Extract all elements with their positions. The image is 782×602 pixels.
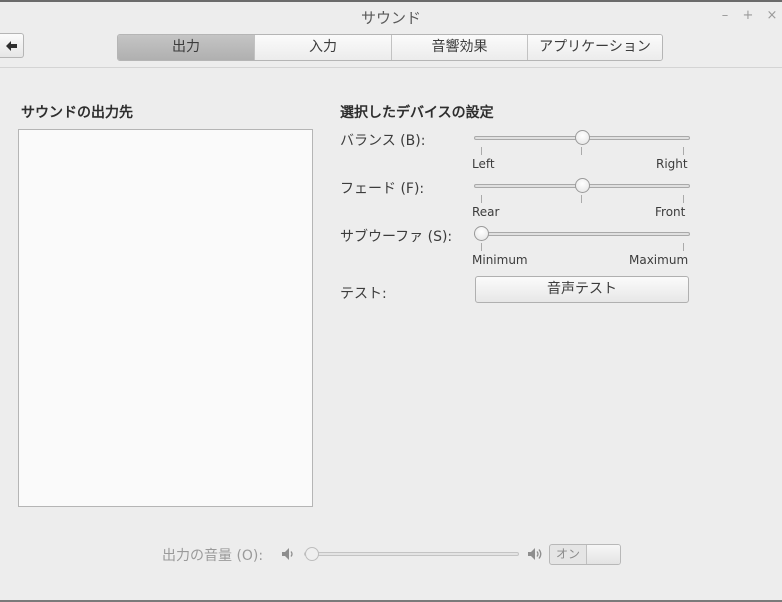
subwoofer-tick-max: [683, 243, 684, 251]
subwoofer-max-label: Maximum: [629, 253, 689, 267]
sound-window: サウンド – + × 出力 入力 音響効果 アプリケーション サウンドの出力先 …: [0, 0, 782, 602]
subwoofer-tick-min: [481, 243, 482, 251]
back-button[interactable]: [0, 33, 24, 58]
output-volume-label: 出力の音量 (O):: [162, 548, 264, 564]
arrow-left-icon: [6, 41, 17, 51]
balance-tick-mid: [581, 147, 582, 155]
balance-tick-min: [481, 147, 482, 155]
tab-applications[interactable]: アプリケーション: [527, 35, 662, 60]
fade-min-label: Rear: [472, 205, 500, 219]
subwoofer-slider[interactable]: [474, 224, 690, 244]
fade-slider[interactable]: [474, 176, 690, 196]
fade-tick-mid: [581, 195, 582, 203]
output-devices-title: サウンドの出力先: [21, 105, 133, 121]
output-volume-track: [304, 552, 519, 556]
balance-min-label: Left: [472, 157, 495, 171]
output-mute-switch[interactable]: オン: [549, 544, 621, 565]
speaker-low-icon: [282, 548, 293, 560]
fade-tick-max: [683, 195, 684, 203]
tab-output[interactable]: 出力: [118, 35, 254, 60]
titlebar[interactable]: サウンド – + ×: [0, 2, 782, 30]
switch-handle[interactable]: [586, 545, 620, 564]
output-volume-slider[interactable]: [304, 544, 519, 564]
output-device-list[interactable]: [18, 129, 313, 507]
tab-sound-effects[interactable]: 音響効果: [391, 35, 527, 60]
device-settings-title: 選択したデバイスの設定: [340, 105, 494, 121]
balance-slider[interactable]: [474, 128, 690, 148]
maximize-button[interactable]: +: [740, 8, 756, 24]
sound-test-button[interactable]: 音声テスト: [475, 276, 689, 303]
minimize-button[interactable]: –: [717, 8, 733, 24]
fade-tick-min: [481, 195, 482, 203]
balance-max-label: Right: [656, 157, 688, 171]
balance-tick-max: [683, 147, 684, 155]
balance-label: バランス (B):: [340, 133, 426, 149]
subwoofer-label: サブウーファ (S):: [340, 229, 453, 245]
close-button[interactable]: ×: [764, 8, 780, 24]
tab-input[interactable]: 入力: [254, 35, 391, 60]
window-title: サウンド: [360, 9, 421, 27]
switch-on-label: オン: [555, 547, 580, 561]
subwoofer-knob[interactable]: [474, 226, 489, 241]
speaker-high-icon: [528, 548, 542, 560]
subwoofer-track: [474, 232, 690, 236]
tab-bar: 出力 入力 音響効果 アプリケーション: [117, 34, 663, 61]
fade-knob[interactable]: [575, 178, 590, 193]
test-label: テスト:: [340, 286, 387, 302]
output-volume-knob[interactable]: [305, 547, 319, 561]
fade-label: フェード (F):: [340, 181, 425, 197]
fade-max-label: Front: [655, 205, 686, 219]
balance-knob[interactable]: [575, 130, 590, 145]
subwoofer-min-label: Minimum: [472, 253, 528, 267]
header-separator: [0, 67, 782, 68]
